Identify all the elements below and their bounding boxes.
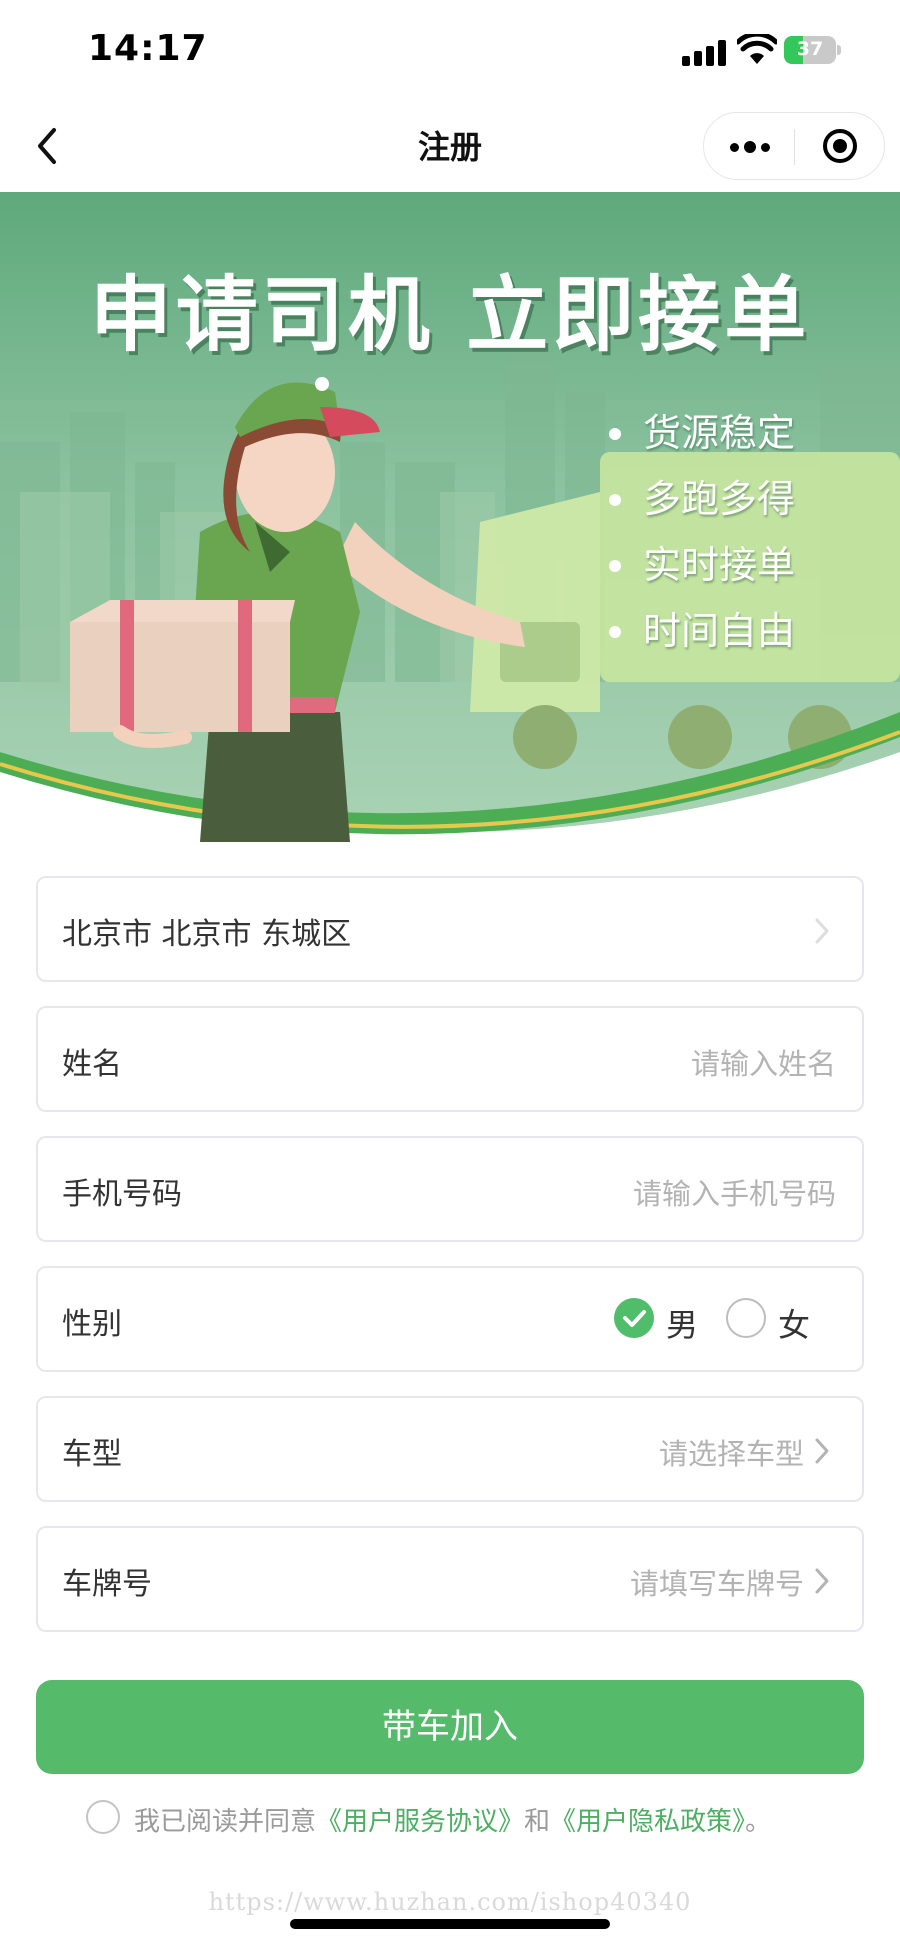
nav-bar: 注册: [0, 100, 900, 192]
name-field-row: 姓名 请输入姓名: [36, 1006, 864, 1112]
gender-label: 性别: [62, 1307, 122, 1342]
gender-field-row: 性别 男 女: [36, 1266, 864, 1372]
more-dots-icon[interactable]: [704, 113, 794, 179]
terms-of-service-link[interactable]: 《用户服务协议》: [316, 1807, 524, 1837]
hero-banner: 申请司机 立即接单 货源稳定 多跑多得 实时接单 时间自由: [0, 192, 900, 842]
register-page: 14:17 37 注册 申请司机 立即接单 货源稳定 多跑多得 实时接单 时间自…: [0, 0, 900, 1947]
cellular-signal-icon: [682, 40, 726, 66]
home-indicator: [290, 1919, 610, 1929]
chevron-right-icon: [815, 1438, 829, 1464]
mini-program-capsule: [703, 112, 885, 180]
status-time: 14:17: [88, 28, 208, 69]
battery-icon: 37: [784, 36, 841, 64]
vehicle-type-placeholder: 请选择车型: [658, 1437, 804, 1471]
agreement-text: 我已阅读并同意《用户服务协议》和《用户隐私政策》。: [134, 1801, 771, 1838]
agreement-checkbox[interactable]: [86, 1800, 120, 1834]
agreement-suffix: 。: [745, 1807, 772, 1837]
vehicle-type-picker[interactable]: 车型 请选择车型: [36, 1396, 864, 1502]
gender-option-male[interactable]: 男: [614, 1298, 704, 1344]
courier-woman-illustration: [70, 377, 525, 842]
agreement-prefix: 我已阅读并同意: [134, 1807, 317, 1837]
plate-number-placeholder: 请填写车牌号: [629, 1567, 804, 1601]
radio-checked-icon: [614, 1298, 654, 1338]
region-value: 北京市 北京市 东城区: [62, 917, 352, 952]
gender-option-label: 女: [778, 1306, 811, 1344]
watermark-text: https://www.huzhan.com/ishop40340: [208, 1888, 692, 1916]
gender-option-female[interactable]: 女: [726, 1298, 816, 1344]
phone-field-row: 手机号码 请输入手机号码: [36, 1136, 864, 1242]
plate-number-picker[interactable]: 车牌号 请填写车牌号: [36, 1526, 864, 1632]
privacy-policy-link[interactable]: 《用户隐私政策》: [550, 1807, 745, 1837]
chevron-right-icon: [815, 918, 829, 944]
phone-label: 手机号码: [62, 1177, 182, 1212]
join-with-vehicle-button[interactable]: 带车加入: [36, 1680, 864, 1774]
chevron-right-icon: [815, 1568, 829, 1594]
vehicle-type-label: 车型: [62, 1437, 122, 1472]
status-bar: 14:17 37: [0, 0, 900, 100]
radio-unchecked-icon: [726, 1298, 766, 1338]
close-target-icon[interactable]: [795, 113, 885, 179]
region-picker[interactable]: 北京市 北京市 东城区: [36, 876, 864, 982]
name-input[interactable]: 请输入姓名: [691, 1041, 836, 1083]
wifi-icon: [737, 34, 777, 64]
plate-number-label: 车牌号: [62, 1567, 152, 1602]
agreement-conjunction: 和: [524, 1807, 551, 1837]
phone-input[interactable]: 请输入手机号码: [633, 1171, 836, 1213]
name-label: 姓名: [62, 1047, 122, 1082]
gender-option-label: 男: [666, 1306, 699, 1344]
battery-percent: 37: [796, 38, 824, 60]
